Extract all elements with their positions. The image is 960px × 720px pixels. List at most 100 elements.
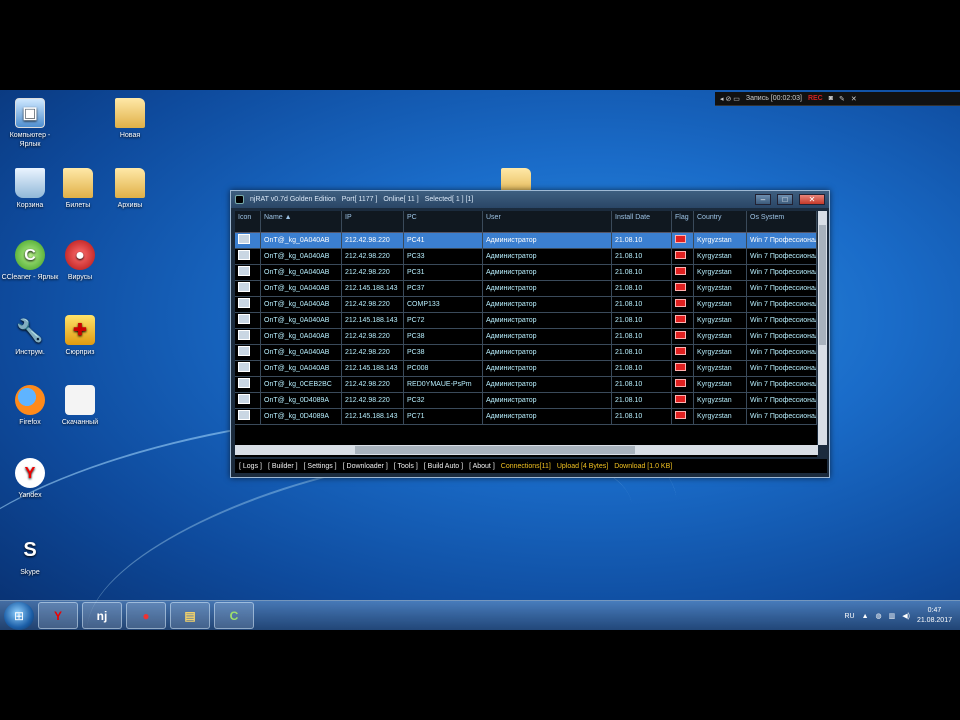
table-row[interactable]: OnT@_kg_0D4089A 212.42.98.220 PC32 Админист… bbox=[235, 393, 817, 409]
cell-user: Администратор bbox=[483, 265, 612, 281]
column-header-ip[interactable]: IP bbox=[342, 211, 404, 233]
cell-ip: 212.42.98.220 bbox=[342, 233, 404, 249]
app-icon bbox=[235, 195, 244, 204]
country-flag-icon bbox=[675, 283, 686, 292]
menu-item[interactable]: [ Settings ] bbox=[304, 463, 337, 470]
cell-flag bbox=[672, 329, 694, 345]
cell-name: OnT@_kg_0A040AB bbox=[261, 297, 342, 313]
taskbar-app-button[interactable]: ● bbox=[126, 602, 166, 629]
clock-date: 21.08.2017 bbox=[916, 617, 952, 624]
window-titlebar[interactable]: njRAT v0.7d Golden Edition Port[ 1177 ] … bbox=[231, 191, 829, 208]
close-button[interactable]: ✕ bbox=[799, 194, 825, 205]
column-header-flag[interactable]: Flag bbox=[672, 211, 694, 233]
tray-app-icon[interactable]: ◍ bbox=[876, 612, 882, 620]
recorder-close-icon[interactable]: ✕ bbox=[851, 95, 857, 103]
cell-ip: 212.42.98.220 bbox=[342, 377, 404, 393]
cell-os: Win 7 Профессиональная bbox=[747, 281, 817, 297]
vertical-scrollbar[interactable] bbox=[818, 211, 827, 445]
cell-user: Администратор bbox=[483, 233, 612, 249]
taskbar-app-button[interactable]: Y bbox=[38, 602, 78, 629]
cell-os: Win 7 Профессиональная bbox=[747, 297, 817, 313]
taskbar-app-button[interactable]: C bbox=[214, 602, 254, 629]
puzzle-icon: ✚ bbox=[65, 315, 95, 345]
desktop-icon[interactable]: Архивы bbox=[100, 168, 160, 210]
camera-icon[interactable]: ◙ bbox=[829, 95, 833, 102]
network-icon[interactable]: ▥ bbox=[889, 612, 896, 620]
cell-icon bbox=[235, 233, 261, 249]
sort-asc-icon: ▲ bbox=[284, 214, 292, 221]
cell-os: Win 7 Профессиональная bbox=[747, 409, 817, 425]
country-flag-icon bbox=[675, 299, 686, 308]
table-row[interactable]: OnT@_kg_0A040AB 212.145.188.143 PC72 Админи… bbox=[235, 313, 817, 329]
table-row[interactable]: OnT@_kg_0D4089A 212.145.188.143 PC71 Админи… bbox=[235, 409, 817, 425]
horizontal-scroll-thumb[interactable] bbox=[355, 446, 635, 454]
tray-expand-icon[interactable]: ▲ bbox=[862, 613, 869, 620]
yandex-icon: Y bbox=[15, 458, 45, 488]
cell-user: Администратор bbox=[483, 281, 612, 297]
cell-name: OnT@_kg_0D4089A bbox=[261, 393, 342, 409]
menu-item[interactable]: [ About ] bbox=[469, 463, 495, 470]
desktop-icon[interactable]: ● Вирусы bbox=[50, 240, 110, 282]
cell-icon bbox=[235, 361, 261, 377]
cell-country: Kyrgyzstan bbox=[694, 313, 747, 329]
menu-item[interactable]: [ Downloader ] bbox=[343, 463, 388, 470]
table-row[interactable]: OnT@_kg_0CEB2BC 212.42.98.220 RED0YMAUE-Ps… bbox=[235, 377, 817, 393]
table-row[interactable]: OnT@_kg_0A040AB 212.42.98.220 PC33 Админист… bbox=[235, 249, 817, 265]
table-row[interactable]: OnT@_kg_0A040AB 212.145.188.143 PC008 Админ… bbox=[235, 361, 817, 377]
desktop-icon[interactable]: Скачанный bbox=[50, 385, 110, 427]
column-header-install-date[interactable]: Install Date bbox=[612, 211, 672, 233]
menu-item[interactable]: [ Build Auto ] bbox=[424, 463, 463, 470]
desktop-icon[interactable]: ✚ Сюрприз bbox=[50, 315, 110, 357]
cell-ip: 212.42.98.220 bbox=[342, 265, 404, 281]
column-header-name[interactable]: Name ▲ bbox=[261, 211, 342, 233]
cell-flag bbox=[672, 313, 694, 329]
column-header-pc[interactable]: PC bbox=[404, 211, 483, 233]
volume-icon[interactable]: ◀) bbox=[902, 612, 910, 620]
desktop-icon[interactable]: ▣ Компьютер - Ярлык bbox=[0, 98, 60, 149]
screen-thumbnail-icon bbox=[238, 266, 250, 277]
horizontal-scrollbar[interactable] bbox=[235, 445, 818, 455]
cell-user: Администратор bbox=[483, 345, 612, 361]
antivirus-icon: ● bbox=[142, 608, 150, 623]
menu-item[interactable]: [ Logs ] bbox=[239, 463, 262, 470]
language-indicator[interactable]: RU bbox=[844, 613, 854, 620]
maximize-button[interactable]: □ bbox=[777, 194, 793, 205]
table-row[interactable]: OnT@_kg_0A040AB 212.145.188.143 PC37 Админи… bbox=[235, 281, 817, 297]
menu-item[interactable]: [ Tools ] bbox=[394, 463, 418, 470]
cell-os: Win 7 Профессиональная bbox=[747, 233, 817, 249]
cell-country: Kyrgyzstan bbox=[694, 281, 747, 297]
desktop-icon-label: Новая bbox=[119, 132, 141, 139]
start-button[interactable]: ⊞ bbox=[4, 601, 34, 630]
minimize-button[interactable]: – bbox=[755, 194, 771, 205]
desktop-icon[interactable]: S Skype bbox=[0, 535, 60, 577]
column-header-country[interactable]: Country bbox=[694, 211, 747, 233]
recorder-timer: Запись [00:02:03] bbox=[745, 95, 802, 102]
cell-ip: 212.42.98.220 bbox=[342, 329, 404, 345]
table-row[interactable]: OnT@_kg_0A040AB 212.42.98.220 PC38 Админист… bbox=[235, 345, 817, 361]
taskbar-app-button[interactable]: ▤ bbox=[170, 602, 210, 629]
download-stat: Download [1.0 KB] bbox=[614, 462, 673, 470]
cell-pc: PC32 bbox=[404, 393, 483, 409]
menu-item[interactable]: [ Builder ] bbox=[268, 463, 298, 470]
desktop-icon[interactable]: Y Yandex bbox=[0, 458, 60, 500]
column-header-user[interactable]: User bbox=[483, 211, 612, 233]
table-row[interactable]: OnT@_kg_0A040AB 212.42.98.220 PC41 Админист… bbox=[235, 233, 817, 249]
column-header-icon[interactable]: Icon bbox=[235, 211, 261, 233]
recorder-controls-icon[interactable]: ◂ ⊘ ▭ bbox=[720, 95, 740, 103]
vertical-scroll-thumb[interactable] bbox=[819, 225, 826, 345]
cell-pc: PC71 bbox=[404, 409, 483, 425]
clock[interactable]: 0:47 21.08.2017 bbox=[917, 606, 952, 626]
desktop-icon[interactable]: Новая bbox=[100, 98, 160, 140]
taskbar: ⊞ Ynj ● ▤ C RU ▲ ◍ ▥ ◀) 0:47 21.08.2017 bbox=[0, 600, 960, 630]
pen-icon[interactable]: ✎ bbox=[839, 95, 845, 103]
taskbar-app-button[interactable]: nj bbox=[82, 602, 122, 629]
table-row[interactable]: OnT@_kg_0A040AB 212.42.98.220 COMP133 Админ… bbox=[235, 297, 817, 313]
cell-pc: PC37 bbox=[404, 281, 483, 297]
column-header-os[interactable]: Os System bbox=[747, 211, 817, 233]
cell-country: Kyrgyzstan bbox=[694, 393, 747, 409]
cell-os: Win 7 Профессиональная bbox=[747, 377, 817, 393]
desktop-icon[interactable]: Билеты bbox=[48, 168, 108, 210]
table-row[interactable]: OnT@_kg_0A040AB 212.42.98.220 PC38 Админист… bbox=[235, 329, 817, 345]
cell-pc: PC41 bbox=[404, 233, 483, 249]
table-row[interactable]: OnT@_kg_0A040AB 212.42.98.220 PC31 Админист… bbox=[235, 265, 817, 281]
